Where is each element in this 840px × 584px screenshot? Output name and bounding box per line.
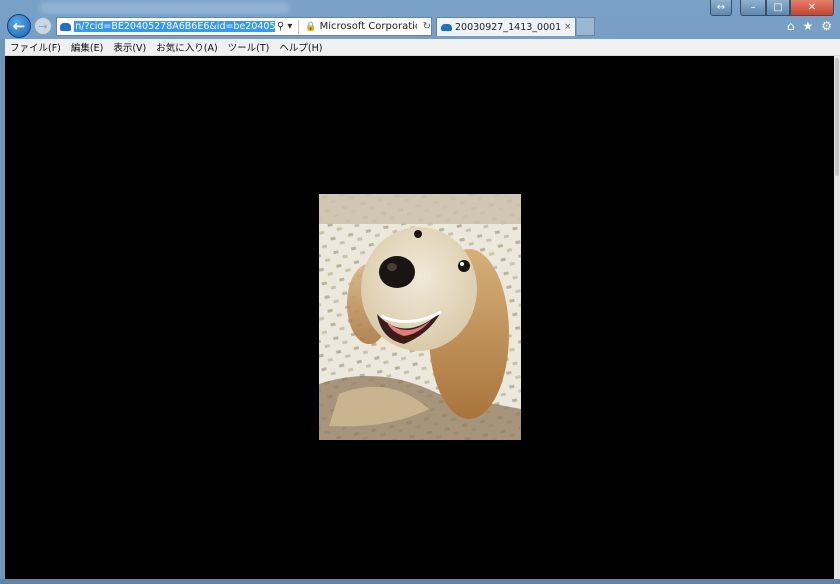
restore-aux-button[interactable]: ↔ <box>710 0 732 16</box>
search-icon[interactable]: ⚲ <box>277 21 284 32</box>
onedrive-cloud-icon <box>60 22 72 31</box>
back-button[interactable]: ← <box>7 14 31 38</box>
navigation-bar: ← → n/?cid=BE20405278A6B6E6&id=be2040527… <box>0 14 840 39</box>
minimize-button[interactable]: – <box>740 0 766 16</box>
chevron-down-icon[interactable]: ▾ <box>287 21 292 32</box>
menu-edit[interactable]: 編集(E) <box>66 40 108 54</box>
vertical-scrollbar[interactable] <box>834 56 840 579</box>
menu-help[interactable]: ヘルプ(H) <box>274 40 327 54</box>
window-caption-buttons: ↔ – □ ✕ <box>710 0 834 16</box>
menu-tools[interactable]: ツール(T) <box>223 40 275 54</box>
back-arrow-icon: ← <box>12 17 26 35</box>
address-bar[interactable]: n/?cid=BE20405278A6B6E6&id=be20405278a6b… <box>56 17 432 36</box>
browser-command-icons: ⌂ ★ ⚙ <box>787 19 832 33</box>
onedrive-cloud-icon <box>441 23 452 31</box>
favorites-star-icon[interactable]: ★ <box>802 19 813 33</box>
close-window-button[interactable]: ✕ <box>790 0 834 16</box>
refresh-icon[interactable]: ↻ <box>423 21 431 32</box>
tab-active[interactable]: 20030927_1413_0001 - ... × <box>436 17 576 36</box>
forward-arrow-icon: → <box>38 19 48 33</box>
maximize-button[interactable]: □ <box>766 0 790 16</box>
settings-gear-icon[interactable]: ⚙ <box>821 19 832 33</box>
address-url[interactable]: n/?cid=BE20405278A6B6E6&id=be20405278a6b… <box>74 21 276 32</box>
tab-close-icon[interactable]: × <box>564 22 572 32</box>
menu-view[interactable]: 表示(V) <box>108 40 151 54</box>
home-icon[interactable]: ⌂ <box>787 19 795 33</box>
browser-window: ↔ – □ ✕ ← → n/?cid=BE20405278A6B6E6&id=b… <box>0 0 840 584</box>
address-tools: ⚲ ▾ 🔒 Microsoft Corporation... ↻ <box>277 19 431 34</box>
forward-button[interactable]: → <box>34 17 52 35</box>
new-tab-button[interactable] <box>577 17 595 36</box>
site-identity[interactable]: Microsoft Corporation... <box>320 21 417 32</box>
dog-photo-image <box>319 194 521 440</box>
title-bar-glow <box>40 2 290 14</box>
tab-title: 20030927_1413_0001 - ... <box>455 21 561 33</box>
scrollbar-thumb[interactable] <box>835 58 839 176</box>
menu-file[interactable]: ファイル(F) <box>5 40 66 54</box>
dog-photo[interactable] <box>319 194 521 440</box>
menu-favorites[interactable]: お気に入り(A) <box>151 40 222 54</box>
window-frame-bottom <box>0 579 840 584</box>
lock-icon[interactable]: 🔒 <box>305 22 316 32</box>
address-divider <box>298 19 300 34</box>
menu-bar: ファイル(F) 編集(E) 表示(V) お気に入り(A) ツール(T) ヘルプ(… <box>5 39 840 56</box>
